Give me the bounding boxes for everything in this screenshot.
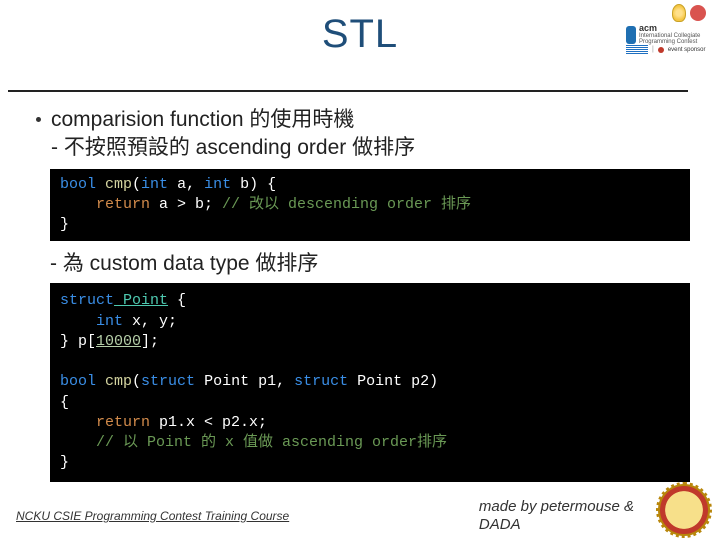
acm-text: acmInternational Collegiate Programming …	[639, 24, 706, 45]
code-token: {	[168, 292, 186, 309]
footer-right-1: made by petermouse &	[479, 498, 634, 515]
gear-icon	[690, 5, 706, 21]
code-token: return	[60, 414, 150, 431]
code-token: }	[60, 454, 69, 471]
code-token: a,	[168, 176, 204, 193]
code-token: x, y;	[123, 313, 177, 330]
code-token: a > b;	[150, 196, 222, 213]
code-token: return	[60, 196, 150, 213]
bullet-1-sub: - 不按照預設的 ascending order 做排序	[51, 134, 415, 162]
code-token: }	[60, 216, 69, 233]
code-token: ];	[141, 333, 159, 350]
code-token: // 以 Point 的 x 值做 ascending order排序	[60, 434, 447, 451]
footer-right: made by petermouse & DADA	[479, 498, 634, 534]
code-token: bool	[60, 176, 96, 193]
code-token: 10000	[96, 333, 141, 350]
ibm-icon	[626, 45, 648, 54]
code-token: p1.x < p2.x;	[150, 414, 267, 431]
red-dot-icon	[658, 47, 664, 53]
code-token: cmp	[96, 373, 132, 390]
slide: STL acmInternational Collegiate Programm…	[0, 0, 720, 540]
code-token: b) {	[231, 176, 276, 193]
code-token: int	[204, 176, 231, 193]
code-token: cmp	[96, 176, 132, 193]
code-token: Point p2)	[348, 373, 438, 390]
code-token: // 改以 descending order 排序	[222, 196, 471, 213]
slide-title: STL	[0, 0, 720, 57]
code-token: } p[	[60, 333, 96, 350]
content: comparision function 的使用時機 - 不按照預設的 asce…	[0, 92, 720, 482]
acm-logo-block: acmInternational Collegiate Programming …	[626, 24, 706, 45]
code-token: (	[132, 373, 141, 390]
code-token: struct	[60, 292, 114, 309]
code-token: (	[132, 176, 141, 193]
footer-right-2: DADA	[479, 516, 521, 533]
code-block-1: bool cmp(int a, int b) { return a > b; /…	[50, 169, 690, 242]
ibm-row: | event sponsor	[626, 45, 706, 54]
acm-icon	[626, 26, 636, 44]
bullet-2-text: - 為 custom data type 做排序	[50, 247, 690, 277]
code-token: Point p1,	[195, 373, 294, 390]
university-seal-icon	[658, 484, 710, 536]
bullet-dot-icon	[36, 117, 41, 122]
code-token: struct	[141, 373, 195, 390]
footer: NCKU CSIE Programming Contest Training C…	[0, 498, 720, 534]
acm-sub: International Collegiate Programming Con…	[639, 33, 700, 45]
code-token: struct	[294, 373, 348, 390]
code-token: int	[141, 176, 168, 193]
bullet-1-text: comparision function 的使用時機	[51, 106, 415, 134]
bullet-1: comparision function 的使用時機 - 不按照預設的 asce…	[30, 106, 690, 163]
logo-cluster: acmInternational Collegiate Programming …	[626, 4, 706, 82]
header: STL acmInternational Collegiate Programm…	[0, 0, 720, 90]
code-token: Point	[114, 292, 168, 309]
footer-left: NCKU CSIE Programming Contest Training C…	[16, 509, 289, 523]
code-block-2: struct Point { int x, y; } p[10000]; boo…	[50, 283, 690, 481]
acm-label: acm	[639, 24, 706, 33]
code-token: bool	[60, 373, 96, 390]
lightbulb-icon	[672, 4, 686, 22]
code-token: {	[60, 394, 69, 411]
code-token: int	[60, 313, 123, 330]
sponsor-text: event sponsor	[668, 47, 706, 53]
